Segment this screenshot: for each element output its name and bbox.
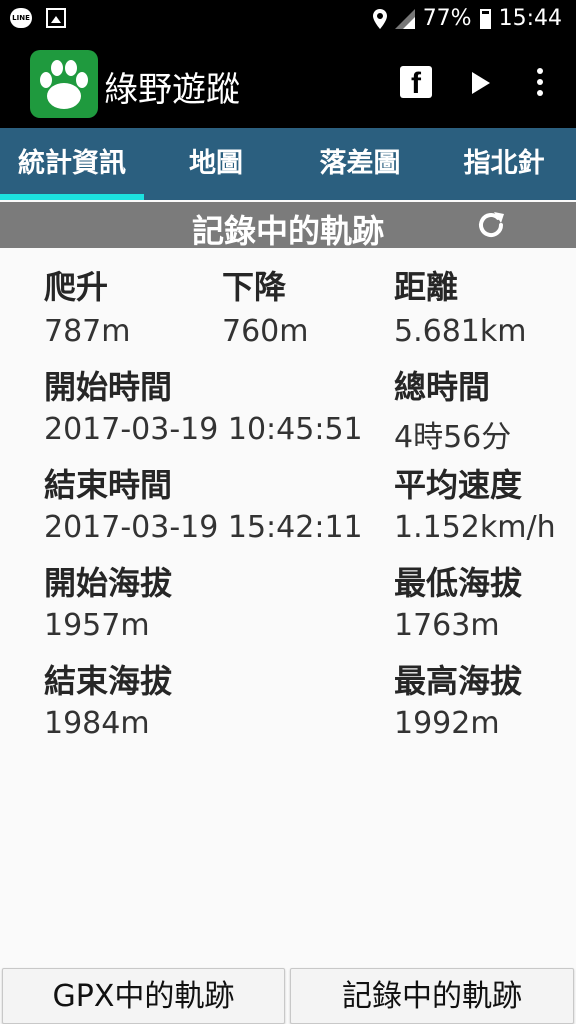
end-time-label: 結束時間 [44, 466, 173, 504]
end-time-value: 2017-03-19 15:42:11 [44, 510, 363, 545]
min-altitude-value: 1763m [394, 608, 500, 643]
distance-label: 距離 [394, 268, 459, 306]
descent-value: 760m [222, 314, 309, 349]
image-notification-icon [46, 8, 66, 28]
gpx-track-button[interactable]: GPX中的軌跡 [2, 968, 285, 1024]
start-time-label: 開始時間 [44, 368, 173, 406]
max-altitude-value: 1992m [394, 706, 500, 741]
total-time-label: 總時間 [394, 368, 491, 406]
min-altitude-label: 最低海拔 [394, 564, 523, 602]
climb-value: 787m [44, 314, 131, 349]
line-notification-icon: LINE [10, 8, 32, 28]
tab-bar: 統計資訊 地圖 落差圖 指北針 [0, 128, 576, 200]
signal-icon [394, 8, 415, 29]
distance-value: 5.681km [394, 314, 527, 349]
start-altitude-value: 1957m [44, 608, 150, 643]
recording-track-button[interactable]: 記錄中的軌跡 [290, 968, 574, 1024]
app-title: 綠野遊蹤 [104, 70, 240, 110]
avg-speed-label: 平均速度 [394, 466, 523, 504]
descent-label: 下降 [222, 268, 287, 306]
play-icon[interactable] [472, 72, 490, 94]
tab-elevation-chart[interactable]: 落差圖 [288, 128, 432, 200]
end-altitude-label: 結束海拔 [44, 662, 173, 700]
refresh-icon[interactable] [474, 208, 508, 242]
battery-icon [479, 8, 491, 29]
facebook-icon[interactable]: f [400, 66, 432, 100]
start-altitude-label: 開始海拔 [44, 564, 173, 602]
total-time-value: 4時56分 [394, 420, 512, 455]
end-altitude-value: 1984m [44, 706, 150, 741]
tab-statistics[interactable]: 統計資訊 [0, 128, 144, 200]
max-altitude-label: 最高海拔 [394, 662, 523, 700]
location-icon [372, 8, 387, 29]
tab-compass[interactable]: 指北針 [432, 128, 576, 200]
app-bar: 綠野遊蹤 f [0, 40, 576, 128]
clock: 15:44 [498, 6, 562, 31]
climb-label: 爬升 [44, 268, 109, 306]
tab-map[interactable]: 地圖 [144, 128, 288, 200]
battery-percent: 77% [422, 6, 472, 31]
avg-speed-value: 1.152km/h [394, 510, 556, 545]
start-time-value: 2017-03-19 10:45:51 [44, 412, 363, 447]
more-options-icon[interactable] [532, 68, 548, 98]
paw-logo-icon [30, 50, 98, 118]
status-bar: LINE 77% 15:44 [0, 0, 576, 40]
section-header: 記錄中的軌跡 [0, 202, 576, 250]
